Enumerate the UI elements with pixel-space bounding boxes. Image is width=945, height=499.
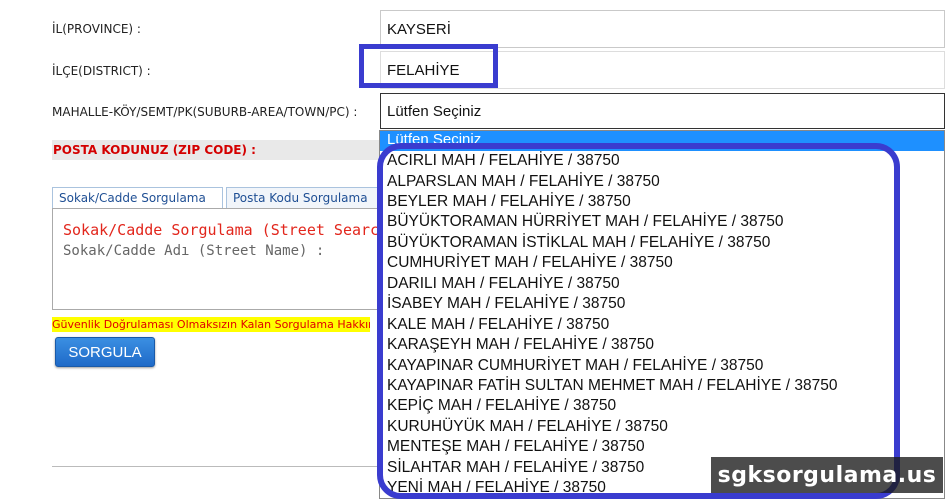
dropdown-option[interactable]: KEPİÇ MAH / FELAHİYE / 38750 (387, 396, 616, 416)
dropdown-option[interactable]: MENTEŞE MAH / FELAHİYE / 38750 (387, 437, 645, 457)
dropdown-option[interactable]: BEYLER MAH / FELAHİYE / 38750 (387, 192, 631, 212)
sorgula-button[interactable]: SORGULA (55, 337, 155, 367)
bottom-divider (52, 466, 382, 467)
tab-zip-search[interactable]: Posta Kodu Sorgulama (226, 187, 379, 208)
dropdown-option[interactable]: CUMHURİYET MAH / FELAHİYE / 38750 (387, 253, 673, 273)
suburb-dropdown-list[interactable]: Lütfen Seçiniz ACIRLI MAH / FELAHİYE / 3… (379, 130, 945, 499)
watermark: sgksorgulama.us (711, 457, 943, 493)
dropdown-option[interactable]: SİLAHTAR MAH / FELAHİYE / 38750 (387, 458, 644, 478)
suburb-select[interactable]: Lütfen Seçiniz (380, 93, 945, 129)
province-select[interactable]: KAYSERİ (380, 10, 945, 48)
tab-street-search[interactable]: Sokak/Cadde Sorgulama (52, 187, 223, 208)
dropdown-option[interactable]: BÜYÜKTORAMAN İSTİKLAL MAH / FELAHİYE / 3… (387, 233, 770, 253)
district-highlight-box (359, 44, 498, 88)
district-label: İLÇE(DISTRICT) : (52, 64, 151, 78)
dropdown-option[interactable]: ACIRLI MAH / FELAHİYE / 38750 (387, 151, 620, 171)
dropdown-option[interactable]: ALPARSLAN MAH / FELAHİYE / 38750 (387, 172, 660, 192)
dropdown-option[interactable]: KALE MAH / FELAHİYE / 38750 (387, 315, 609, 335)
dropdown-option[interactable]: KAYAPINAR CUMHURİYET MAH / FELAHİYE / 38… (387, 356, 763, 376)
panel-title: Sokak/Cadde Sorgulama (Street Search (63, 221, 389, 239)
dropdown-option[interactable]: BÜYÜKTORAMAN HÜRRİYET MAH / FELAHİYE / 3… (387, 212, 784, 232)
street-search-panel: Sokak/Cadde Sorgulama (Street Search Sok… (52, 208, 388, 310)
security-warning: Güvenlik Doğrulaması Olmaksızın Kalan So… (52, 317, 370, 332)
dropdown-option[interactable]: KURUHÜYÜK MAH / FELAHİYE / 38750 (387, 417, 668, 437)
suburb-label: MAHALLE-KÖY/SEMT/PK(SUBURB-AREA/TOWN/PC)… (52, 105, 358, 119)
dropdown-option[interactable]: KARAŞEYH MAH / FELAHİYE / 38750 (387, 335, 654, 355)
street-name-label: Sokak/Cadde Adı (Street Name) : (63, 243, 325, 259)
zip-code-label: POSTA KODUNUZ (ZIP CODE) : (53, 143, 256, 157)
dropdown-option[interactable]: KAYAPINAR FATİH SULTAN MEHMET MAH / FELA… (387, 376, 837, 396)
dropdown-option[interactable]: İSABEY MAH / FELAHİYE / 38750 (387, 294, 625, 314)
province-label: İL(PROVINCE) : (52, 22, 141, 36)
dropdown-selected-option[interactable]: Lütfen Seçiniz (380, 131, 944, 151)
dropdown-option[interactable]: DARILI MAH / FELAHİYE / 38750 (387, 274, 620, 294)
dropdown-option[interactable]: YENİ MAH / FELAHİYE / 38750 (387, 478, 606, 498)
